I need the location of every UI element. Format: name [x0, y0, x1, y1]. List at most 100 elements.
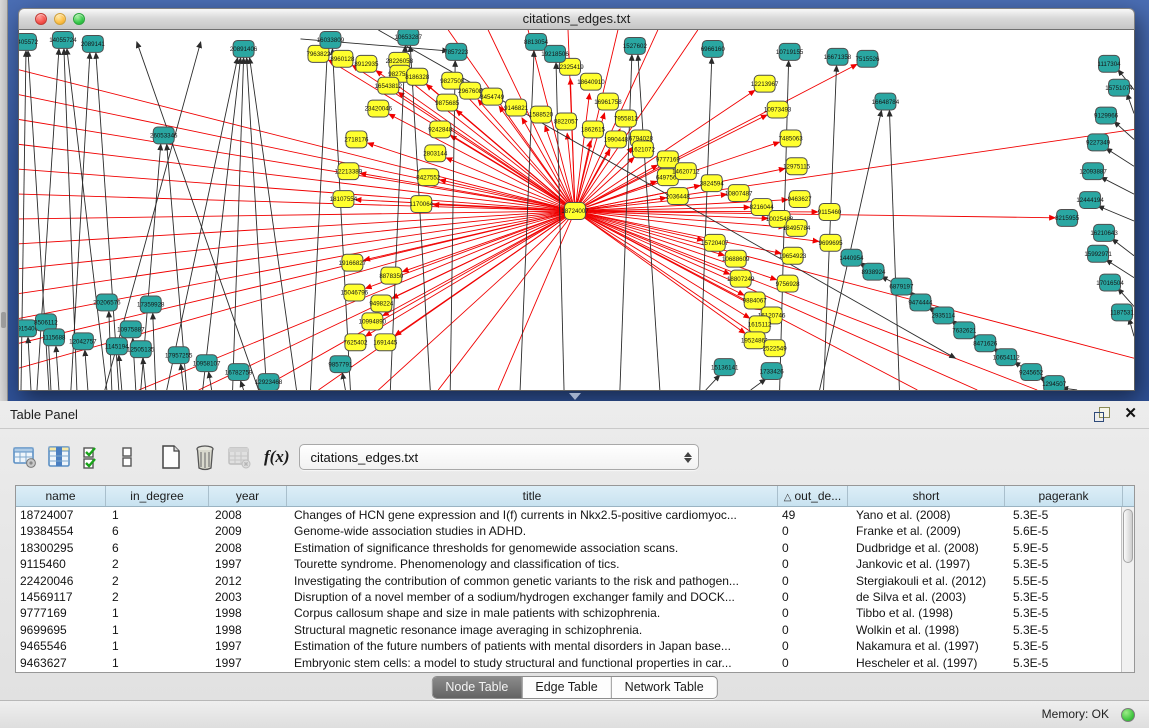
- table-cell[interactable]: 18300295: [16, 540, 106, 556]
- table-cell[interactable]: 2: [106, 573, 209, 589]
- graph-node-teal[interactable]: 9129966: [1094, 107, 1119, 124]
- graph-node-yellow[interactable]: 9146821: [504, 99, 529, 116]
- delete-table-icon[interactable]: [224, 441, 254, 473]
- graph-node-teal[interactable]: 16033809: [317, 31, 345, 48]
- graph-node-teal[interactable]: 15136141: [711, 359, 739, 376]
- graph-node-yellow[interactable]: 2803144: [423, 145, 448, 162]
- graph-node-yellow[interactable]: 1990448: [604, 131, 629, 148]
- graph-node-teal[interactable]: 10653287: [395, 30, 423, 45]
- table-row[interactable]: 1938455462009Genome-wide association stu…: [16, 523, 1121, 539]
- graph-node-teal[interactable]: 12042757: [69, 333, 97, 350]
- graph-node-teal[interactable]: 1187531: [1110, 304, 1134, 321]
- graph-node-yellow[interactable]: 1588520: [529, 106, 554, 123]
- show-column-icon[interactable]: [44, 441, 74, 473]
- graph-node-teal[interactable]: 9245652: [1019, 364, 1044, 381]
- graph-node-teal[interactable]: 9227349: [1086, 134, 1111, 151]
- graph-node-yellow[interactable]: 16543812: [375, 77, 403, 94]
- table-cell[interactable]: Nakamura et al. (1997): [848, 638, 1005, 654]
- table-row[interactable]: 946362711997Embryonic stem cells: a mode…: [16, 655, 1121, 671]
- graph-node-yellow[interactable]: 8822057: [554, 113, 579, 130]
- graph-node-yellow[interactable]: 19166827: [339, 254, 367, 271]
- table-cell[interactable]: 5.3E-5: [1005, 507, 1121, 523]
- table-row[interactable]: 2242004622012Investigating the contribut…: [16, 573, 1121, 589]
- control-panel-edge[interactable]: [0, 0, 8, 401]
- graph-node-yellow[interactable]: 2967608: [458, 82, 483, 99]
- graph-node-teal[interactable]: 10719155: [776, 43, 804, 60]
- graph-node-teal[interactable]: 7632621: [952, 322, 977, 339]
- graph-node-teal[interactable]: 7857223: [444, 43, 469, 60]
- graph-node-teal[interactable]: 12444194: [1076, 192, 1104, 209]
- table-cell[interactable]: 1: [106, 622, 209, 638]
- graph-node-yellow[interactable]: 2718176: [344, 131, 369, 148]
- graph-node-yellow[interactable]: 9242848: [428, 121, 453, 138]
- graph-node-teal[interactable]: 19218506: [541, 45, 569, 62]
- table-row[interactable]: 977716911998Corpus callosum shape and si…: [16, 605, 1121, 621]
- graph-node-yellow[interactable]: 8454749: [480, 88, 505, 105]
- graph-node-teal[interactable]: 12093887: [1079, 163, 1107, 180]
- graph-node-yellow[interactable]: 10973493: [764, 101, 792, 118]
- graph-node-teal[interactable]: 2089141: [81, 35, 106, 52]
- table-cell[interactable]: 5.6E-5: [1005, 523, 1121, 539]
- graph-node-yellow[interactable]: 12213967: [751, 75, 779, 92]
- graph-node-yellow[interactable]: 19654923: [779, 247, 807, 264]
- table-cell[interactable]: 1997: [209, 556, 287, 572]
- graph-node-yellow[interactable]: 8427552: [416, 169, 441, 186]
- graph-node-yellow[interactable]: 8960128: [330, 50, 355, 67]
- table-cell[interactable]: 2008: [209, 507, 287, 523]
- graph-node-teal[interactable]: 1115688: [42, 329, 66, 346]
- network-window[interactable]: citations_edges.txt 18724007796382289601…: [18, 8, 1135, 390]
- delete-column-icon[interactable]: [190, 441, 220, 473]
- table-cell[interactable]: Tourette syndrome. Phenomenology and cla…: [287, 556, 778, 572]
- tab-node-table[interactable]: Node Table: [432, 677, 521, 698]
- table-cell[interactable]: 1: [106, 655, 209, 671]
- tab-network-table[interactable]: Network Table: [611, 677, 717, 698]
- splitter-handle[interactable]: [569, 393, 581, 400]
- table-cell[interactable]: Dudbridge et al. (2008): [848, 540, 1005, 556]
- table-cell[interactable]: 2009: [209, 523, 287, 539]
- graph-node-teal[interactable]: 8215955: [1055, 210, 1080, 227]
- table-cell[interactable]: 0: [778, 605, 848, 621]
- graph-node-teal[interactable]: 7515526: [855, 50, 880, 67]
- table-cell[interactable]: Estimation of significance thresholds fo…: [287, 540, 778, 556]
- table-cell[interactable]: Structural magnetic resonance image aver…: [287, 622, 778, 638]
- graph-node-yellow[interactable]: 9884067: [743, 292, 768, 309]
- row-height-icon[interactable]: [112, 441, 142, 473]
- graph-node-teal[interactable]: 26053346: [150, 127, 178, 144]
- table-scrollbar[interactable]: [1121, 507, 1134, 672]
- table-row[interactable]: 946554611997Estimation of the future num…: [16, 638, 1121, 654]
- table-cell[interactable]: Stergiakouli et al. (2012): [848, 573, 1005, 589]
- table-cell[interactable]: 1: [106, 605, 209, 621]
- panel-collapse-handle[interactable]: [1, 312, 6, 328]
- table-cell[interactable]: 1998: [209, 622, 287, 638]
- graph-node-yellow[interactable]: 8186328: [405, 68, 430, 85]
- graph-node-teal[interactable]: 12923468: [255, 374, 283, 390]
- table-cell[interactable]: 0: [778, 655, 848, 671]
- graph-node-teal[interactable]: 17957255: [165, 347, 193, 364]
- graph-node-yellow[interactable]: 9498224: [369, 295, 394, 312]
- graph-node-yellow[interactable]: 9756928: [776, 275, 801, 292]
- graph-node-yellow[interactable]: 10807487: [725, 185, 753, 202]
- graph-node-teal[interactable]: 15751074: [1105, 79, 1133, 96]
- table-row[interactable]: 911546021997Tourette syndrome. Phenomeno…: [16, 556, 1121, 572]
- table-cell[interactable]: 6: [106, 540, 209, 556]
- graph-node-yellow[interactable]: 9875685: [435, 94, 460, 111]
- close-panel-icon[interactable]: ✕: [1124, 406, 1137, 422]
- table-cell[interactable]: 0: [778, 622, 848, 638]
- column-header-out_de[interactable]: △out_de...: [778, 486, 848, 506]
- graph-node-teal[interactable]: 6879197: [889, 278, 914, 295]
- graph-node-yellow[interactable]: 1862615: [581, 121, 606, 138]
- table-cell[interactable]: 5.9E-5: [1005, 540, 1121, 556]
- graph-node-yellow[interactable]: 9699695: [819, 234, 844, 251]
- table-cell[interactable]: 1: [106, 638, 209, 654]
- graph-node-yellow[interactable]: 9463627: [788, 191, 813, 208]
- table-cell[interactable]: 18724007: [16, 507, 106, 523]
- graph-node-teal[interactable]: 1294507: [1042, 376, 1067, 390]
- graph-node-teal[interactable]: 1145194: [105, 338, 129, 355]
- table-cell[interactable]: 22420046: [16, 573, 106, 589]
- table-cell[interactable]: 1997: [209, 638, 287, 654]
- table-row[interactable]: 969969511998Structural magnetic resonanc…: [16, 622, 1121, 638]
- table-cell[interactable]: 2008: [209, 540, 287, 556]
- table-cell[interactable]: 0: [778, 540, 848, 556]
- table-cell[interactable]: Hescheler et al. (1997): [848, 655, 1005, 671]
- graph-node-yellow[interactable]: 2522549: [763, 340, 788, 357]
